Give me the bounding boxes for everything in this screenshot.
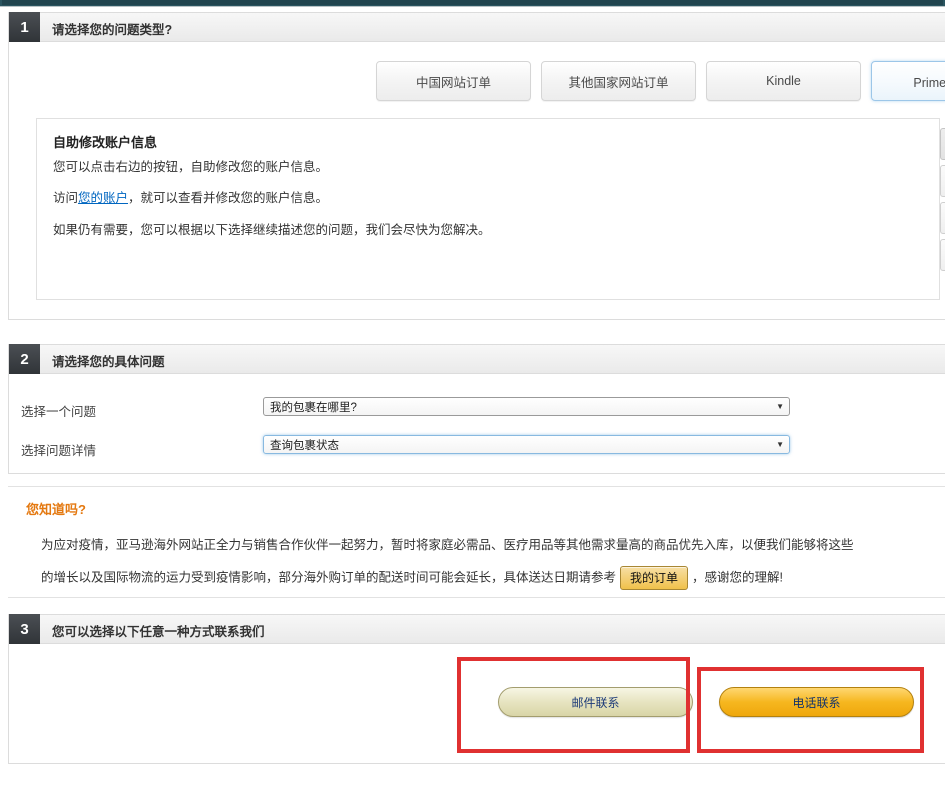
self-service-action-buttons (940, 128, 945, 271)
section-1-body: 中国网站订单 其他国家网站订单 Kindle Prime会员账 自助修改账户信息… (9, 42, 945, 318)
select-question-detail-value: 查询包裹状态 (270, 439, 339, 452)
self-service-line-3: 如果仍有需要，您可以根据以下选择继续描述您的问题，我们会尽快为您解决。 (53, 223, 491, 237)
email-contact-button[interactable]: 邮件联系 (498, 687, 693, 717)
self-service-line-2-suffix: ，就可以查看并修改您的账户信息。 (128, 191, 329, 205)
site-top-bar-inner (2, 0, 943, 5)
self-service-info-box: 自助修改账户信息 您可以点击右边的按钮，自助修改您的账户信息。 访问您的账户，就… (36, 118, 945, 300)
my-orders-button[interactable]: 我的订单 (620, 566, 689, 590)
section-2-number: 2 (9, 344, 40, 375)
section-1-header: 1 请选择您的问题类型? (9, 12, 945, 43)
phone-contact-button[interactable]: 电话联系 (719, 687, 914, 717)
self-service-heading: 自助修改账户信息 (53, 135, 158, 150)
tab-china-site-orders[interactable]: 中国网站订单 (376, 61, 531, 101)
select-question-detail[interactable]: 查询包裹状态 ▼ (263, 435, 790, 454)
self-service-line-2: 访问您的账户，就可以查看并修改您的账户信息。 (53, 188, 923, 208)
tab-prime-membership-account[interactable]: Prime会员账 (871, 61, 945, 101)
label-choose-question-detail: 选择问题详情 (21, 444, 97, 458)
section-2-title: 请选择您的具体问题 (52, 354, 165, 369)
did-you-know-title: 您知道吗? (26, 502, 86, 517)
section-2-header: 2 请选择您的具体问题 (9, 344, 945, 375)
self-service-button-2[interactable] (940, 165, 945, 197)
section-1-number: 1 (9, 12, 40, 43)
tab-other-country-site-orders[interactable]: 其他国家网站订单 (541, 61, 696, 101)
did-you-know-line-2-before: 的增长以及国际物流的运力受到疫情影响，部分海外购订单的配送时间可能会延长，具体送… (41, 570, 617, 585)
tab-kindle[interactable]: Kindle (706, 61, 861, 101)
self-service-button-3[interactable] (940, 202, 945, 234)
problem-type-tabs: 中国网站订单 其他国家网站订单 Kindle Prime会员账 (376, 61, 945, 101)
did-you-know-line-2-after: ，感谢您的理解! (692, 570, 784, 585)
section-3-number: 3 (9, 614, 40, 645)
section-3-body: 邮件联系 电话联系 (9, 644, 945, 762)
section-problem-type: 1 请选择您的问题类型? 中国网站订单 其他国家网站订单 Kindle Prim… (8, 12, 945, 320)
chevron-down-icon: ▼ (776, 439, 784, 449)
select-question[interactable]: 我的包裹在哪里? ▼ (263, 397, 790, 416)
self-service-button-4[interactable] (940, 239, 945, 271)
label-choose-a-question: 选择一个问题 (21, 405, 97, 419)
section-contact-methods: 3 您可以选择以下任意一种方式联系我们 邮件联系 电话联系 (8, 614, 945, 764)
self-service-line-2-prefix: 访问 (53, 191, 79, 205)
your-account-link[interactable]: 您的账户 (78, 191, 128, 205)
section-3-header: 3 您可以选择以下任意一种方式联系我们 (9, 614, 945, 645)
self-service-info-content: 自助修改账户信息 您可以点击右边的按钮，自助修改您的账户信息。 访问您的账户，就… (37, 119, 939, 240)
contact-us-page: 1 请选择您的问题类型? 中国网站订单 其他国家网站订单 Kindle Prim… (0, 0, 945, 810)
section-1-title: 请选择您的问题类型? (52, 22, 173, 37)
did-you-know-line-1: 为应对疫情，亚马逊海外网站正全力与销售合作伙伴一起努力，暂时将家庭必需品、医疗用… (41, 538, 854, 552)
section-3-title: 您可以选择以下任意一种方式联系我们 (52, 624, 265, 639)
did-you-know-panel: 您知道吗? 为应对疫情，亚马逊海外网站正全力与销售合作伙伴一起努力，暂时将家庭必… (8, 486, 945, 598)
did-you-know-line-2: 的增长以及国际物流的运力受到疫情影响，部分海外购订单的配送时间可能会延长，具体送… (41, 566, 783, 590)
section-specific-problem: 2 请选择您的具体问题 选择一个问题 我的包裹在哪里? ▼ 选择问题详情 查询包… (8, 344, 945, 474)
self-service-line-1: 您可以点击右边的按钮，自助修改您的账户信息。 (53, 160, 329, 174)
section-2-body: 选择一个问题 我的包裹在哪里? ▼ 选择问题详情 查询包裹状态 ▼ (9, 374, 945, 472)
select-question-value: 我的包裹在哪里? (270, 401, 357, 414)
chevron-down-icon: ▼ (776, 401, 784, 411)
site-top-bar (0, 0, 945, 7)
self-service-button-1[interactable] (940, 128, 945, 160)
